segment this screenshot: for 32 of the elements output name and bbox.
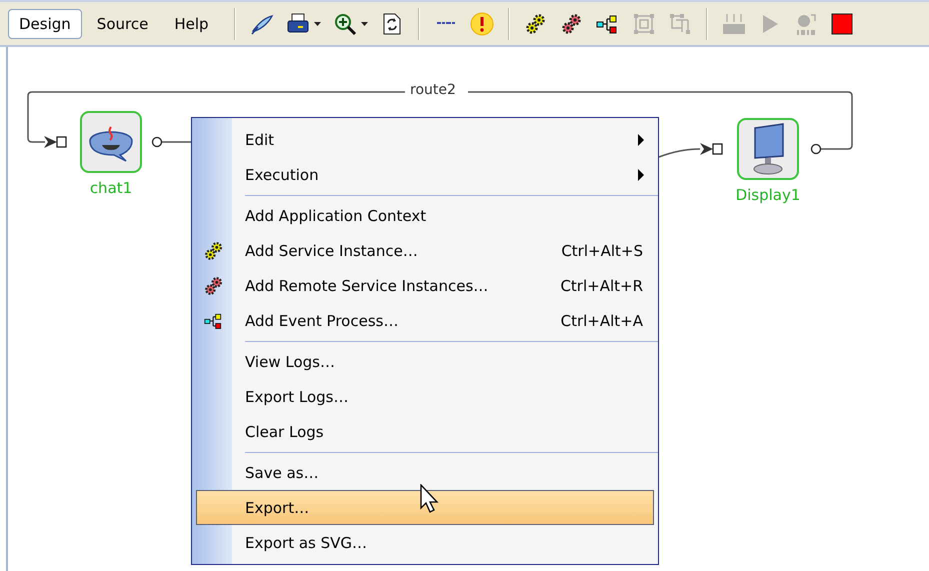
submenu-arrow-icon: [638, 134, 644, 146]
gears-icon: [203, 274, 225, 296]
menu-item[interactable]: View Logs…: [196, 344, 654, 379]
menu-item[interactable]: Add Remote Service Instances… Ctrl+Alt+R: [196, 268, 654, 303]
node-label: Display1: [736, 186, 800, 204]
monitor-node-icon[interactable]: [737, 118, 799, 180]
tab[interactable]: Source: [86, 8, 160, 38]
menu-item[interactable]: Export…: [196, 490, 654, 525]
menu-item[interactable]: Edit: [196, 122, 654, 157]
printer-icon[interactable]: [286, 12, 310, 36]
stop-icon[interactable]: [830, 12, 854, 36]
caret-icon[interactable]: [314, 22, 321, 26]
menu-item[interactable]: Export Logs…: [196, 379, 654, 414]
tab[interactable]: Design: [8, 8, 82, 38]
menu-item[interactable]: Save as…: [196, 455, 654, 490]
node-label: chat1: [90, 179, 132, 197]
gears-icon: [203, 240, 225, 262]
menu-item[interactable]: Add Service Instance… Ctrl+Alt+S: [196, 233, 654, 268]
menu-item[interactable]: Execution: [196, 157, 654, 192]
mouse-pointer-icon: [420, 484, 440, 514]
output-port-connector: [152, 136, 191, 148]
menu-item[interactable]: Add Application Context: [196, 198, 654, 233]
menu-item[interactable]: Clear Logs: [196, 414, 654, 449]
tab[interactable]: Help: [163, 8, 220, 38]
input-connector: [658, 143, 723, 158]
menu-item[interactable]: Export as SVG…: [196, 525, 654, 560]
warning-icon[interactable]: [470, 12, 494, 36]
chat-bubble-node-icon[interactable]: [80, 111, 142, 173]
caret-icon[interactable]: [360, 22, 368, 26]
zoom-in-icon[interactable]: [332, 12, 357, 36]
submenu-arrow-icon: [638, 169, 644, 181]
menu-item[interactable]: Add Event Process… Ctrl+Alt+A: [196, 303, 654, 338]
